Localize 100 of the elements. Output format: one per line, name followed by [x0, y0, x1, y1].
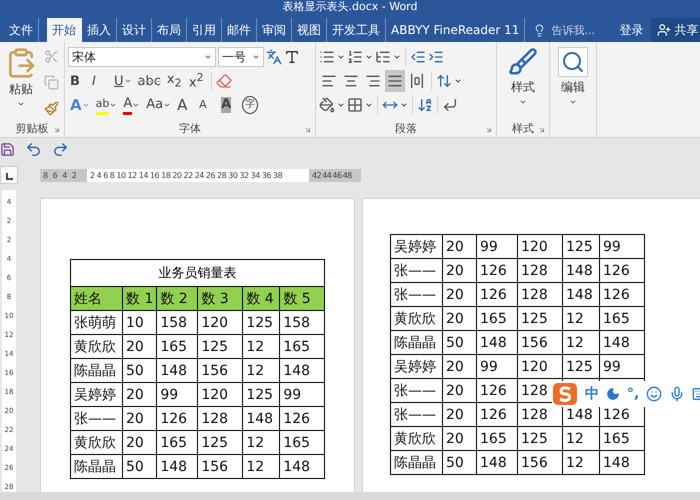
italic-button[interactable]: I: [90, 70, 110, 92]
table-cell: 陈晶晶: [390, 330, 442, 354]
table-cell: 12: [562, 426, 600, 450]
tab-selector[interactable]: [0, 166, 18, 184]
paste-button[interactable]: 粘贴: [3, 45, 39, 120]
microphone-icon[interactable]: [669, 386, 686, 402]
dialog-launcher-icon[interactable]: [53, 126, 61, 134]
moon-icon[interactable]: [606, 387, 620, 401]
caret-icon: [519, 98, 527, 106]
underline-button[interactable]: U: [112, 70, 134, 92]
table-cell: 158: [156, 310, 198, 334]
dialog-launcher-icon[interactable]: [304, 126, 312, 134]
ruler-number: 2: [72, 170, 76, 180]
lightbulb-icon: [533, 24, 546, 36]
table-cell: 50: [442, 450, 476, 474]
eraser-icon[interactable]: [216, 73, 232, 89]
show-marks-icon[interactable]: [442, 97, 458, 113]
phonetic-guide-icon[interactable]: [266, 49, 282, 65]
decrease-indent-icon[interactable]: [410, 49, 426, 65]
table-cell: 125: [198, 334, 243, 358]
table-cell: 10: [122, 310, 157, 334]
table-cell: 12: [562, 450, 600, 474]
table-cell: 吴婷婷: [390, 354, 442, 378]
tell-me-field[interactable]: 告诉我...: [549, 22, 612, 38]
enclose-characters-button[interactable]: 字: [241, 94, 262, 116]
table-cell: 12: [242, 430, 280, 454]
share-button[interactable]: 共享: [651, 18, 700, 42]
table-cell: 20: [122, 382, 157, 406]
ribbon-tab[interactable]: 开始: [47, 18, 82, 42]
table-cell: 50: [122, 358, 157, 382]
bullets-icon[interactable]: [319, 49, 335, 65]
header-cell: 数 5: [280, 286, 325, 310]
line-spacing-icon[interactable]: [436, 73, 452, 89]
styles-button[interactable]: 样式: [506, 45, 540, 120]
ruler-number: 34: [250, 170, 260, 180]
table-cell: 148: [476, 330, 518, 354]
font-name-dropdown[interactable]: 宋体: [68, 47, 216, 67]
sort-icon[interactable]: [417, 97, 433, 113]
save-icon[interactable]: [0, 142, 15, 156]
table-cell: 125: [242, 382, 280, 406]
ruler-number: 48: [342, 170, 352, 180]
table-cell: 20: [442, 402, 476, 426]
table-cell: 12: [242, 334, 280, 358]
font-color-button[interactable]: A: [121, 94, 142, 116]
ruler-number: 28: [217, 170, 226, 180]
table-cell: 99: [156, 382, 198, 406]
redo-icon[interactable]: [52, 140, 69, 158]
bold-button[interactable]: B: [68, 70, 88, 92]
ruler-number: 38: [273, 170, 282, 180]
superscript-button[interactable]: x$^{2}$: [186, 70, 207, 92]
caret-icon: [569, 98, 577, 106]
table-cell: 黄欣欣: [390, 426, 442, 450]
table-cell: 120: [518, 234, 562, 258]
caret-icon: [365, 101, 373, 109]
grow-font-button[interactable]: A: [175, 94, 196, 116]
table-cell: 128: [518, 402, 562, 426]
editing-button[interactable]: 编辑: [556, 45, 590, 120]
group-label: 字体: [179, 121, 201, 136]
sign-in-button[interactable]: 登录: [611, 18, 652, 42]
table-cell: 148: [600, 330, 644, 354]
emoji-icon[interactable]: [646, 386, 662, 402]
table-cell: 156: [518, 330, 562, 354]
dialog-launcher-icon[interactable]: [538, 126, 546, 134]
table-cell: 吴婷婷: [390, 234, 442, 258]
table-cell: 99: [600, 234, 644, 258]
table-cell: 125: [518, 426, 562, 450]
ruler-number: 30: [228, 170, 238, 180]
table-cell: 120: [198, 382, 243, 406]
table-cell: 125: [562, 354, 600, 378]
caret-icon: [17, 100, 25, 108]
caret-icon: [132, 101, 140, 109]
multilevel-list-icon[interactable]: [375, 49, 391, 65]
punctuation-button[interactable]: °,: [627, 386, 640, 402]
table-cell: 99: [280, 382, 325, 406]
increase-indent-icon[interactable]: [428, 49, 444, 65]
numbering-icon[interactable]: [347, 49, 363, 65]
change-case-button[interactable]: Aa: [144, 94, 174, 116]
table-cell: 165: [280, 334, 325, 358]
table-cell: 20: [442, 234, 476, 258]
subscript-button[interactable]: x$_{2}$: [164, 70, 185, 92]
table-cell: 12: [242, 454, 280, 478]
borders-icon[interactable]: [347, 97, 363, 113]
font-size-dropdown[interactable]: 一号: [218, 47, 264, 67]
shading-icon[interactable]: [319, 97, 335, 113]
align-center-icon: [343, 73, 359, 89]
table-cell: 20: [122, 334, 157, 358]
shrink-font-button[interactable]: A: [197, 94, 218, 116]
table-cell: 20: [442, 426, 476, 450]
table-cell: 陈晶晶: [390, 450, 442, 474]
input-method-logo-icon[interactable]: [552, 381, 578, 407]
undo-icon[interactable]: [25, 140, 42, 158]
dialog-launcher-icon[interactable]: [485, 126, 493, 134]
table-cell: 165: [600, 306, 644, 330]
character-shading-button[interactable]: A: [219, 94, 240, 116]
table-cell: 12: [562, 330, 600, 354]
table-cell: 125: [242, 310, 280, 334]
align-justify-button[interactable]: [385, 70, 405, 92]
table-cell: 148: [280, 454, 325, 478]
table-cell: 120: [198, 310, 243, 334]
highlight-button[interactable]: ab: [94, 94, 120, 116]
